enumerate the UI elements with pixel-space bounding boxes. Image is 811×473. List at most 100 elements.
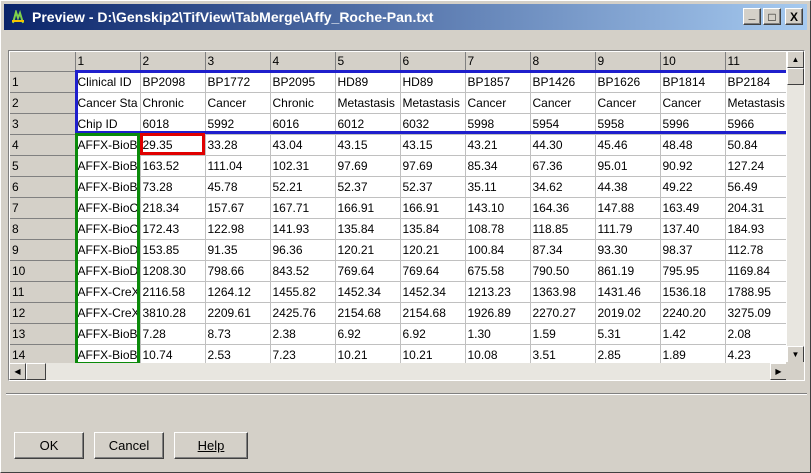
scroll-left-button[interactable]: ◀ xyxy=(9,363,26,380)
table-cell[interactable]: 2019.02 xyxy=(595,302,661,324)
table-cell[interactable]: 2425.76 xyxy=(270,302,336,324)
row-header[interactable]: 14 xyxy=(10,344,76,363)
table-cell[interactable]: 1452.34 xyxy=(400,281,466,303)
scroll-right-button[interactable]: ▶ xyxy=(770,363,787,380)
table-cell[interactable]: 5992 xyxy=(205,113,271,135)
table-cell[interactable]: 1.42 xyxy=(660,323,726,345)
table-cell[interactable]: 1264.12 xyxy=(205,281,271,303)
table-cell[interactable]: 52.21 xyxy=(270,176,336,198)
table-cell[interactable]: Metastasis xyxy=(335,92,401,114)
table-cell[interactable]: Cancer xyxy=(465,92,531,114)
grid-viewport[interactable]: 1 2 3 4 5 6 7 8 9 10 11 1 Clinical ID BP2098 BP1772 BP2… xyxy=(10,52,786,363)
table-cell[interactable]: Metastasis xyxy=(725,92,786,114)
table-cell[interactable]: 3810.28 xyxy=(140,302,206,324)
table-cell[interactable]: 790.50 xyxy=(530,260,596,282)
close-button[interactable]: X xyxy=(785,8,803,25)
scroll-up-button[interactable]: ▲ xyxy=(787,51,804,68)
table-cell[interactable]: 91.35 xyxy=(205,239,271,261)
table-cell[interactable]: BP1772 xyxy=(205,71,271,93)
row-header[interactable]: 3 xyxy=(10,113,76,135)
table-cell[interactable]: 1.59 xyxy=(530,323,596,345)
table-cell[interactable]: 10.21 xyxy=(335,344,401,363)
table-cell[interactable]: AFFX-BioB xyxy=(75,134,141,156)
row-header[interactable]: 1 xyxy=(10,71,76,93)
table-cell[interactable]: AFFX-BioB xyxy=(75,155,141,177)
table-cell[interactable]: 2.85 xyxy=(595,344,661,363)
table-cell[interactable]: 5.31 xyxy=(595,323,661,345)
column-header[interactable]: 4 xyxy=(270,52,336,72)
table-cell[interactable]: 218.34 xyxy=(140,197,206,219)
table-cell[interactable]: Cancer xyxy=(530,92,596,114)
table-cell[interactable]: AFFX-BioC xyxy=(75,218,141,240)
table-cell[interactable]: 93.30 xyxy=(595,239,661,261)
table-cell[interactable]: 769.64 xyxy=(335,260,401,282)
row-header[interactable]: 5 xyxy=(10,155,76,177)
table-cell[interactable]: 135.84 xyxy=(400,218,466,240)
table-cell[interactable]: 29.35 xyxy=(140,134,206,156)
horizontal-scroll-thumb[interactable] xyxy=(26,363,46,380)
table-cell[interactable]: 10.74 xyxy=(140,344,206,363)
table-cell[interactable]: 111.79 xyxy=(595,218,661,240)
table-cell[interactable]: Cancer xyxy=(660,92,726,114)
table-cell[interactable]: 1208.30 xyxy=(140,260,206,282)
table-cell[interactable]: HD89 xyxy=(400,71,466,93)
table-cell[interactable]: 52.37 xyxy=(335,176,401,198)
table-cell[interactable]: 1169.84 xyxy=(725,260,786,282)
table-cell[interactable]: 143.10 xyxy=(465,197,531,219)
table-cell[interactable]: 1431.46 xyxy=(595,281,661,303)
vertical-scroll-thumb[interactable] xyxy=(787,68,804,85)
table-cell[interactable]: AFFX-BioB xyxy=(75,176,141,198)
table-cell[interactable]: 52.37 xyxy=(400,176,466,198)
table-cell[interactable]: 4.23 xyxy=(725,344,786,363)
table-cell[interactable]: 102.31 xyxy=(270,155,336,177)
horizontal-scrollbar[interactable]: ◀ ▶ xyxy=(9,363,787,380)
grid-corner[interactable] xyxy=(10,52,76,72)
table-cell[interactable]: 85.34 xyxy=(465,155,531,177)
row-header[interactable]: 11 xyxy=(10,281,76,303)
table-cell[interactable]: 97.69 xyxy=(335,155,401,177)
table-cell[interactable]: 2.08 xyxy=(725,323,786,345)
table-cell[interactable]: 2.38 xyxy=(270,323,336,345)
column-header[interactable]: 8 xyxy=(530,52,596,72)
column-header[interactable]: 2 xyxy=(140,52,206,72)
table-cell[interactable]: BP1626 xyxy=(595,71,661,93)
minimize-button[interactable]: _ xyxy=(743,8,761,25)
table-cell[interactable]: 44.38 xyxy=(595,176,661,198)
table-cell[interactable]: 1213.23 xyxy=(465,281,531,303)
table-cell[interactable]: 7.23 xyxy=(270,344,336,363)
table-cell[interactable]: 675.58 xyxy=(465,260,531,282)
table-cell[interactable]: 769.64 xyxy=(400,260,466,282)
table-cell[interactable]: Cancer xyxy=(595,92,661,114)
table-cell[interactable]: 2154.68 xyxy=(400,302,466,324)
table-cell[interactable]: 6012 xyxy=(335,113,401,135)
table-cell[interactable]: 861.19 xyxy=(595,260,661,282)
table-cell[interactable]: 163.52 xyxy=(140,155,206,177)
table-cell[interactable]: 95.01 xyxy=(595,155,661,177)
table-cell[interactable]: 45.78 xyxy=(205,176,271,198)
table-cell[interactable]: 43.15 xyxy=(335,134,401,156)
table-cell[interactable]: 5966 xyxy=(725,113,786,135)
table-cell[interactable]: 120.21 xyxy=(400,239,466,261)
table-cell[interactable]: 141.93 xyxy=(270,218,336,240)
row-header[interactable]: 7 xyxy=(10,197,76,219)
table-cell[interactable]: 2270.27 xyxy=(530,302,596,324)
table-cell[interactable]: Chronic xyxy=(140,92,206,114)
table-cell[interactable]: 164.36 xyxy=(530,197,596,219)
scroll-down-button[interactable]: ▼ xyxy=(787,346,804,363)
row-header[interactable]: 13 xyxy=(10,323,76,345)
table-cell[interactable]: Cancer xyxy=(205,92,271,114)
table-cell[interactable]: BP1857 xyxy=(465,71,531,93)
table-cell[interactable]: 1455.82 xyxy=(270,281,336,303)
table-cell[interactable]: 120.21 xyxy=(335,239,401,261)
ok-button[interactable]: OK xyxy=(14,432,84,459)
table-cell[interactable]: 843.52 xyxy=(270,260,336,282)
table-cell[interactable]: 5998 xyxy=(465,113,531,135)
table-cell[interactable]: 5996 xyxy=(660,113,726,135)
table-cell[interactable]: AFFX-BioB xyxy=(75,323,141,345)
table-cell[interactable]: 8.73 xyxy=(205,323,271,345)
table-cell[interactable]: AFFX-BioD xyxy=(75,260,141,282)
row-header[interactable]: 12 xyxy=(10,302,76,324)
table-cell[interactable]: 153.85 xyxy=(140,239,206,261)
table-cell[interactable]: 108.78 xyxy=(465,218,531,240)
table-cell[interactable]: 3275.09 xyxy=(725,302,786,324)
